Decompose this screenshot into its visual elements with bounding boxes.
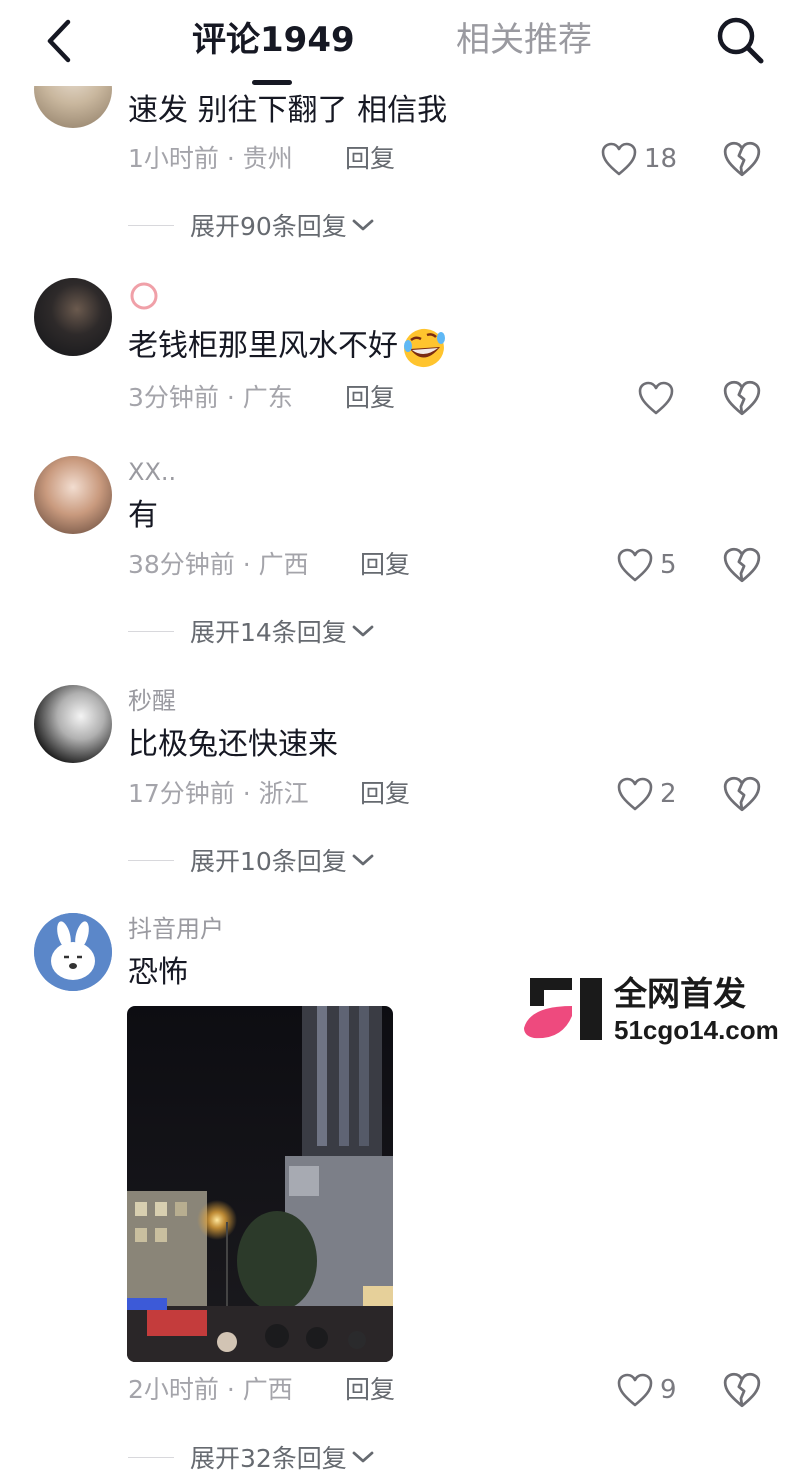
comment-location: 浙江 [258,779,309,808]
like-count: 9 [660,1375,677,1405]
circle-icon [130,282,158,310]
meta-separator: · [218,383,243,412]
expand-replies-button[interactable]: 展开90条回复 [128,208,375,242]
comment-text: 老钱柜那里风水不好 [128,325,448,369]
reply-button[interactable]: 回复 [360,777,410,811]
comment-meta: 1小时前 · 贵州 [128,142,293,176]
comment-text-body: 老钱柜那里风水不好 [128,328,398,364]
comment-meta: 17分钟前 · 浙江 [128,777,309,811]
chevron-down-icon [352,1451,374,1463]
comment-meta: 3分钟前 · 广东 [128,381,293,415]
night-street-video-image [127,1006,393,1362]
like-button[interactable]: 5 [616,545,677,585]
meta-separator: · [234,550,259,579]
dislike-button[interactable] [722,378,762,418]
heart-icon [601,142,637,176]
comment-time: 38分钟前 [128,550,235,579]
dislike-button[interactable] [722,1370,762,1410]
expand-replies-label: 展开10条回复 [190,847,347,876]
video-thumbnail[interactable] [127,1006,393,1362]
comment-meta: 38分钟前 · 广西 [128,548,309,582]
chevron-left-icon [47,19,71,63]
meta-separator: · [218,144,243,173]
tab-related-recommend[interactable]: 相关推荐 [456,18,592,62]
broken-heart-icon [723,547,761,583]
comment-time: 1小时前 [128,144,219,173]
comment-text: 比极兔还快速来 [128,727,338,762]
comment-location: 广东 [242,383,293,412]
nickname[interactable]: XX.. [128,456,176,488]
tab-comments[interactable]: 评论1949 [192,18,355,62]
avatar[interactable] [34,913,112,991]
expand-replies-label: 展开32条回复 [190,1444,347,1473]
expand-replies-label: 展开90条回复 [190,212,347,241]
reply-button[interactable]: 回复 [360,548,410,582]
nickname-circle-icon [128,280,160,320]
comment-time: 17分钟前 [128,779,235,808]
reply-button[interactable]: 回复 [345,142,395,176]
comment-location: 贵州 [242,144,293,173]
rofl-emoji-icon [404,328,445,368]
chevron-down-icon [352,625,374,637]
nickname[interactable]: 抖音用户 [128,913,224,945]
like-count: 2 [660,779,677,809]
reply-button[interactable]: 回复 [345,1373,395,1407]
dislike-button[interactable] [722,774,762,814]
expand-replies-label: 展开14条回复 [190,618,347,647]
search-icon [717,17,764,64]
comment-text: 恐怖 [128,955,188,990]
chevron-down-icon [352,854,374,866]
comment-location: 广西 [242,1375,293,1404]
comment-location: 广西 [258,550,309,579]
active-tab-indicator [252,80,292,85]
like-button[interactable]: 18 [600,139,677,179]
heart-icon [638,381,674,415]
divider-line [128,630,174,632]
expand-replies-button[interactable]: 展开10条回复 [128,843,375,877]
like-count: 5 [660,550,677,580]
top-bar: 评论1949 相关推荐 [0,0,800,86]
avatar[interactable] [34,685,112,763]
dislike-button[interactable] [722,139,762,179]
avatar[interactable] [34,456,112,534]
comment-time: 2小时前 [128,1375,219,1404]
meta-separator: · [218,1375,243,1404]
comment-text: 速发 别往下翻了 相信我 [128,93,448,128]
broken-heart-icon [723,141,761,177]
divider-line [128,1456,174,1458]
watermark: 全网首发 51cgo14.com [522,974,792,1046]
expand-replies-button[interactable]: 展开14条回复 [128,614,375,648]
comment-meta: 2小时前 · 广西 [128,1373,293,1407]
search-button[interactable] [714,14,766,66]
heart-icon [617,1373,653,1407]
divider-line [128,224,174,226]
nickname[interactable]: 秒醒 [128,685,176,717]
chevron-down-icon [352,219,374,231]
bunny-avatar-icon [34,913,112,991]
broken-heart-icon [723,1372,761,1408]
watermark-logo-icon [524,978,602,1040]
back-button[interactable] [36,16,80,66]
reply-button[interactable]: 回复 [345,381,395,415]
avatar[interactable] [34,278,112,356]
watermark-url: 51cgo14.com [614,1015,779,1045]
expand-replies-button[interactable]: 展开32条回复 [128,1440,375,1474]
broken-heart-icon [723,776,761,812]
meta-separator: · [234,779,259,808]
heart-icon [617,777,653,811]
comment-text: 有 [128,498,158,533]
like-button[interactable] [637,378,675,418]
watermark-title: 全网首发 [614,974,746,1013]
dislike-button[interactable] [722,545,762,585]
like-count: 18 [644,144,678,174]
heart-icon [617,548,653,582]
like-button[interactable]: 9 [616,1370,677,1410]
comment-time: 3分钟前 [128,383,219,412]
like-button[interactable]: 2 [616,774,677,814]
divider-line [128,859,174,861]
broken-heart-icon [723,380,761,416]
